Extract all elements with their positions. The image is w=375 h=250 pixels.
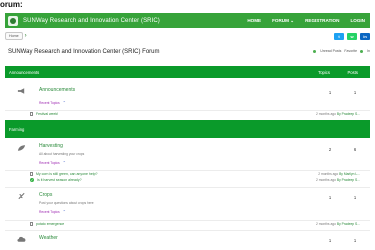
recent-topics-label: Recent Topics xyxy=(39,209,60,214)
chevron-right-icon: › xyxy=(24,33,27,39)
topic-item[interactable]: Festival week! xyxy=(30,112,58,116)
topic-meta: 2 months ago By Pradeep S... xyxy=(316,178,360,182)
document-icon xyxy=(30,112,33,116)
divider xyxy=(5,110,370,111)
category-name[interactable]: Farming xyxy=(9,127,24,132)
twitter-share-button[interactable]: t xyxy=(334,33,344,40)
posts-count: 1 xyxy=(353,195,357,200)
posts-column-header: Posts xyxy=(347,69,358,75)
topic-title: Festival week! xyxy=(36,112,59,116)
topic-author[interactable]: By Pradeep S... xyxy=(337,178,360,182)
topic-title: My corn is still green, can anyone help? xyxy=(36,172,98,176)
favorite-icon xyxy=(360,49,364,53)
topics-column-header: Topics xyxy=(318,69,330,75)
nav-login[interactable]: LOGIN xyxy=(350,18,365,24)
unread-posts-link[interactable]: Unread Posts xyxy=(320,49,341,53)
forum-title: SUNWay Research and Innovation Center (S… xyxy=(8,49,160,55)
category-header-farming: Farming xyxy=(5,120,370,138)
breadcrumb-home[interactable]: Home xyxy=(5,32,23,40)
share-buttons: t w in xyxy=(334,33,370,40)
recent-topics-label: Recent Topics xyxy=(39,160,60,165)
topic-author[interactable]: By Pradeep S... xyxy=(337,112,360,116)
posts-count: 6 xyxy=(353,147,357,152)
forum-row-weather: Weather 1 1 xyxy=(5,233,370,250)
topic-title: Is it harvest season already? xyxy=(37,178,82,182)
topic-meta: 2 months ago By Pradeep S... xyxy=(316,222,360,226)
topic-item[interactable]: My corn is still green, can anyone help? xyxy=(30,172,97,176)
chevron-up-icon: ⌃ xyxy=(62,209,67,214)
forum-description: All about harvesting your crops xyxy=(39,152,85,156)
topic-time: 2 months ago xyxy=(316,222,336,226)
category-header-announcements: Announcements Topics Posts xyxy=(5,66,370,78)
nav-links: HOME FORUM ⌄ REGISTRATION LOGIN xyxy=(247,18,365,24)
chevron-up-icon: ⌃ xyxy=(62,100,67,105)
topic-author[interactable]: By Pradeep S... xyxy=(337,222,360,226)
divider xyxy=(5,170,370,171)
document-icon xyxy=(30,172,33,176)
breadcrumb: Home › xyxy=(5,32,27,40)
linkedin-share-button[interactable]: in xyxy=(360,33,370,40)
favorites-link[interactable]: Favorite xyxy=(344,49,357,53)
check-icon: ✓ xyxy=(30,178,34,182)
recent-topics-label: Recent Topics xyxy=(39,100,60,105)
topic-meta: 2 months ago By Pradeep S... xyxy=(316,112,360,116)
topics-count: 1 xyxy=(328,90,332,95)
topic-time: 2 months ago xyxy=(316,178,336,182)
topics-count: 1 xyxy=(328,238,332,243)
topic-title: potato emergence xyxy=(36,222,65,226)
cloud-icon xyxy=(17,236,26,242)
page-label: orum: xyxy=(0,0,23,9)
topics-count: 2 xyxy=(328,147,332,152)
divider xyxy=(5,230,370,231)
document-icon xyxy=(30,222,33,226)
posts-count: 1 xyxy=(353,238,357,243)
topic-time: 2 months ago xyxy=(316,112,336,116)
forum-toplinks: Unread Posts Favorite In xyxy=(313,49,370,53)
recent-topics-toggle[interactable]: Recent Topics ⌃ xyxy=(39,100,66,105)
forum-name-crops[interactable]: Crops xyxy=(39,192,52,198)
category-name[interactable]: Announcements xyxy=(9,70,39,75)
nav-forum[interactable]: FORUM ⌄ xyxy=(272,18,294,24)
plant-icon xyxy=(18,192,25,200)
posts-count: 1 xyxy=(353,90,357,95)
topic-meta: 2 months ago By Marilyn L... xyxy=(318,172,360,176)
topics-count: 1 xyxy=(328,195,332,200)
top-navbar: SUNWay Research and Innovation Center (S… xyxy=(5,13,370,28)
nav-home[interactable]: HOME xyxy=(247,18,261,24)
forum-row-harvesting: Harvesting All about harvesting your cro… xyxy=(5,140,370,168)
topic-author[interactable]: By Marilyn L... xyxy=(339,172,360,176)
megaphone-icon xyxy=(17,88,25,94)
forum-row-crops: Crops Post your questions about crops he… xyxy=(5,189,370,219)
whatsapp-share-button[interactable]: w xyxy=(347,33,357,40)
divider xyxy=(5,187,370,188)
recent-topics-toggle[interactable]: Recent Topics ⌃ xyxy=(39,209,66,214)
chevron-up-icon: ⌃ xyxy=(62,160,67,165)
site-logo-icon[interactable] xyxy=(8,15,18,26)
forum-description: Post your questions about crops here xyxy=(39,201,94,205)
site-title[interactable]: SUNWay Research and Innovation Center (S… xyxy=(23,18,160,24)
forum-name-weather[interactable]: Weather xyxy=(39,235,58,241)
extra-link[interactable]: In xyxy=(367,49,370,53)
divider xyxy=(5,220,370,221)
forum-name-announcements[interactable]: Announcements xyxy=(39,87,75,93)
forum-row-announcements: Announcements Recent Topics ⌃ 1 1 xyxy=(5,82,370,110)
recent-topics-toggle[interactable]: Recent Topics ⌃ xyxy=(39,160,66,165)
topic-time: 2 months ago xyxy=(318,172,339,176)
leaf-icon xyxy=(17,145,26,151)
nav-registration[interactable]: REGISTRATION xyxy=(305,18,339,24)
topic-item[interactable]: potato emergence xyxy=(30,222,64,226)
unread-icon xyxy=(313,49,317,53)
topic-item[interactable]: ✓ Is it harvest season already? xyxy=(30,178,82,182)
forum-name-harvesting[interactable]: Harvesting xyxy=(39,143,63,149)
